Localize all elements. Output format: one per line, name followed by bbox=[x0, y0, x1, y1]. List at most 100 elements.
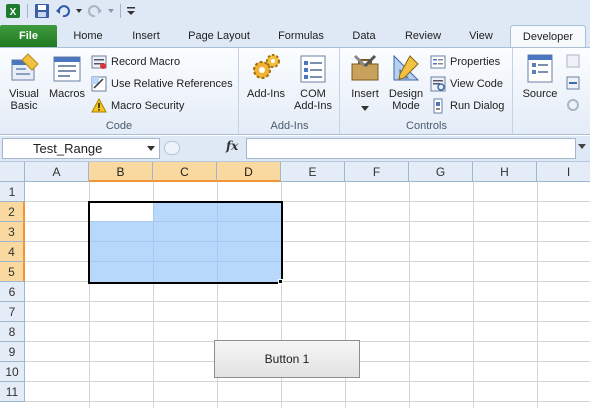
undo-icon[interactable] bbox=[54, 2, 72, 20]
toolbar-divider bbox=[27, 4, 28, 18]
use-relative-references-button[interactable]: Use Relative References bbox=[91, 75, 233, 93]
formula-controls: fx bbox=[162, 138, 244, 159]
name-box[interactable]: Test_Range bbox=[2, 138, 160, 159]
row-header-4[interactable]: 4 bbox=[0, 242, 25, 262]
record-macro-label: Record Macro bbox=[111, 56, 181, 68]
toolbar-divider bbox=[120, 4, 121, 18]
record-macro-button[interactable]: Record Macro bbox=[91, 53, 180, 71]
chevron-down-icon bbox=[345, 102, 385, 114]
quick-access-toolbar: X bbox=[0, 0, 590, 22]
ribbon: Visual Basic Macros Record Macro Use Rel… bbox=[0, 47, 590, 135]
column-header-h[interactable]: H bbox=[473, 162, 537, 182]
row-header-10[interactable]: 10 bbox=[0, 362, 25, 382]
redo-dropdown-icon[interactable] bbox=[107, 2, 115, 20]
formula-input[interactable] bbox=[246, 138, 576, 159]
view-code-button[interactable]: View Code bbox=[430, 75, 503, 93]
column-header-c[interactable]: C bbox=[153, 162, 217, 182]
tab-home[interactable]: Home bbox=[63, 25, 113, 47]
add-ins-label: Add-Ins bbox=[247, 88, 285, 100]
customize-icon[interactable] bbox=[126, 2, 136, 20]
grid-line bbox=[409, 182, 410, 408]
excel-logo-icon[interactable]: X bbox=[4, 2, 22, 20]
controls-group-label: Controls bbox=[406, 120, 447, 132]
add-ins-button[interactable]: Add-Ins bbox=[245, 52, 287, 100]
row-header-11[interactable]: 11 bbox=[0, 382, 25, 402]
grid-line bbox=[25, 301, 590, 302]
column-header-i[interactable]: I bbox=[537, 162, 590, 182]
tab-file[interactable]: File bbox=[0, 25, 57, 47]
column-header-d[interactable]: D bbox=[217, 162, 281, 182]
column-header-a[interactable]: A bbox=[25, 162, 89, 182]
com-add-ins-icon bbox=[297, 52, 329, 84]
macros-button[interactable]: Macros bbox=[46, 52, 88, 100]
toolbox-icon bbox=[349, 52, 381, 84]
visual-basic-button[interactable]: Visual Basic bbox=[4, 52, 44, 112]
tab-developer[interactable]: Developer bbox=[510, 25, 586, 47]
tab-data[interactable]: Data bbox=[341, 25, 387, 47]
expand-formula-bar-icon[interactable] bbox=[578, 142, 586, 152]
row-header-6[interactable]: 6 bbox=[0, 282, 25, 302]
add-ins-group-label: Add-Ins bbox=[270, 120, 309, 132]
row-header-3[interactable]: 3 bbox=[0, 222, 25, 242]
design-mode-icon bbox=[390, 52, 422, 84]
properties-button[interactable]: Properties bbox=[430, 53, 500, 71]
formula-bar: Test_Range fx bbox=[0, 136, 590, 162]
add-ins-group: Add-Ins COM Add-Ins Add-Ins bbox=[240, 48, 340, 134]
source-button[interactable]: Source bbox=[520, 52, 560, 100]
warning-icon bbox=[91, 97, 107, 114]
row-header-5[interactable]: 5 bbox=[0, 262, 25, 282]
map-properties-icon[interactable] bbox=[566, 54, 580, 71]
row-header-8[interactable]: 8 bbox=[0, 322, 25, 342]
column-header-f[interactable]: F bbox=[345, 162, 409, 182]
run-dialog-button[interactable]: Run Dialog bbox=[430, 97, 504, 115]
record-macro-icon bbox=[91, 54, 107, 70]
form-control-button[interactable]: Button 1 bbox=[214, 340, 360, 378]
row-header-2[interactable]: 2 bbox=[0, 202, 25, 222]
tab-insert[interactable]: Insert bbox=[121, 25, 171, 47]
design-mode-button[interactable]: Design Mode bbox=[385, 52, 427, 112]
row-header-1[interactable]: 1 bbox=[0, 182, 25, 202]
com-add-ins-label: COM Add-Ins bbox=[294, 88, 332, 112]
controls-group: Insert Design Mode Properties View Code … bbox=[341, 48, 513, 134]
grip-icon bbox=[164, 141, 180, 155]
grid-line bbox=[473, 182, 474, 408]
xml-source-icon bbox=[524, 52, 556, 84]
com-add-ins-button[interactable]: COM Add-Ins bbox=[290, 52, 336, 112]
row-header-7[interactable]: 7 bbox=[0, 302, 25, 322]
visual-basic-label: Visual Basic bbox=[9, 88, 39, 112]
macro-security-button[interactable]: Macro Security bbox=[91, 97, 184, 115]
save-icon[interactable] bbox=[33, 2, 51, 20]
insert-control-label: Insert bbox=[351, 88, 379, 100]
svg-text:X: X bbox=[10, 7, 17, 18]
column-header-b[interactable]: B bbox=[89, 162, 153, 182]
select-all-corner[interactable] bbox=[0, 162, 25, 182]
refresh-data-icon[interactable] bbox=[566, 98, 580, 115]
column-header-e[interactable]: E bbox=[281, 162, 345, 182]
macro-security-label: Macro Security bbox=[111, 100, 185, 112]
redo-icon[interactable] bbox=[86, 2, 104, 20]
gears-icon bbox=[250, 52, 282, 84]
grid-line bbox=[25, 381, 590, 382]
row-header-9[interactable]: 9 bbox=[0, 342, 25, 362]
chevron-down-icon[interactable] bbox=[147, 146, 155, 151]
fill-handle[interactable] bbox=[278, 279, 283, 284]
code-group-label: Code bbox=[105, 120, 133, 132]
tab-review[interactable]: Review bbox=[395, 25, 451, 47]
name-box-value: Test_Range bbox=[33, 141, 103, 156]
tab-page-layout[interactable]: Page Layout bbox=[180, 25, 258, 47]
undo-dropdown-icon[interactable] bbox=[75, 2, 83, 20]
column-header-g[interactable]: G bbox=[409, 162, 473, 182]
tab-formulas[interactable]: Formulas bbox=[268, 25, 334, 47]
worksheet[interactable]: A B C D E F G H I 1 2 3 4 5 6 7 8 9 10 1… bbox=[0, 162, 590, 408]
macros-label: Macros bbox=[48, 88, 86, 100]
visual-basic-icon bbox=[8, 52, 40, 84]
insert-control-button[interactable]: Insert bbox=[345, 52, 385, 114]
view-code-icon bbox=[430, 76, 446, 92]
run-dialog-icon bbox=[430, 98, 446, 114]
expansion-packs-icon[interactable] bbox=[566, 76, 580, 93]
relative-references-icon bbox=[91, 76, 107, 92]
tab-view[interactable]: View bbox=[458, 25, 504, 47]
insert-function-button[interactable]: fx bbox=[226, 139, 238, 153]
grid-line bbox=[537, 182, 538, 408]
use-relative-label: Use Relative References bbox=[111, 78, 233, 90]
